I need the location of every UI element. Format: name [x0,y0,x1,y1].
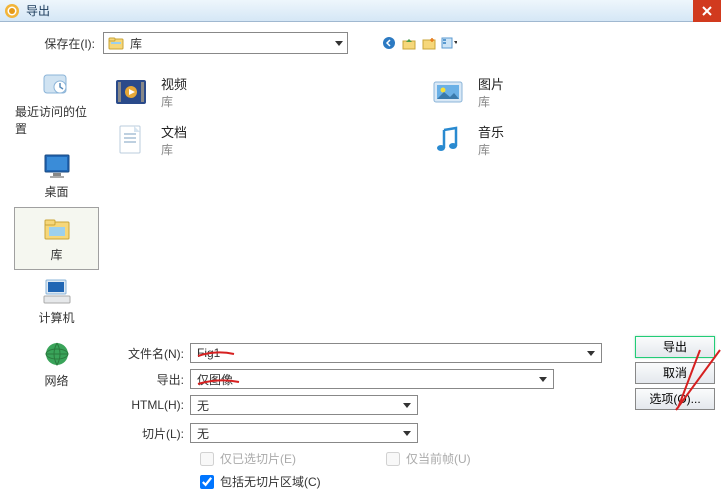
app-icon [4,3,20,19]
chevron-down-icon [403,403,411,408]
filename-value: Fig1 [197,346,587,360]
checkbox-label: 仅当前帧(U) [406,450,471,467]
close-button[interactable] [693,0,721,22]
slice-label: 切片(L): [100,425,190,442]
lib-sub: 库 [478,141,504,158]
export-type-value: 仅图像 [197,371,539,388]
place-label: 最近访问的位置 [15,103,98,137]
lib-sub: 库 [161,93,187,110]
libraries-icon [40,214,74,244]
place-label: 库 [50,246,62,263]
pictures-icon [430,74,466,110]
save-in-label: 保存在(I): [30,35,95,52]
checkbox-input[interactable] [200,475,214,489]
slice-value: 无 [197,425,403,442]
back-icon[interactable] [381,35,397,51]
library-item-music[interactable]: 音乐库 [430,122,707,158]
options-button[interactable]: 选项(O)... [635,388,715,410]
place-libraries[interactable]: 库 [14,207,99,270]
html-label: HTML(H): [100,398,190,412]
form-area: 导出 取消 选项(O)... 文件名(N): Fig1 导出: 仅图像 HTML… [0,336,721,496]
chevron-down-icon [587,351,595,356]
checkbox-input[interactable] [200,452,214,466]
export-button[interactable]: 导出 [635,336,715,358]
lib-name: 图片 [478,74,504,93]
html-value: 无 [197,397,403,414]
chevron-down-icon [403,431,411,436]
export-type-combo[interactable]: 仅图像 [190,369,554,389]
save-in-combo[interactable]: 库 [103,32,348,54]
documents-icon [113,122,149,158]
library-item-pictures[interactable]: 图片库 [430,74,707,110]
nav-icons [381,35,457,51]
lib-sub: 库 [478,93,504,110]
place-desktop[interactable]: 桌面 [14,144,99,207]
titlebar: 导出 [0,0,721,22]
checkbox-selected-slices[interactable]: 仅已选切片(E) [200,450,296,467]
chevron-down-icon [539,377,547,382]
place-label: 计算机 [38,309,74,326]
place-recent[interactable]: 最近访问的位置 [14,64,99,144]
lib-name: 音乐 [478,122,504,141]
save-in-toolbar: 保存在(I): 库 [0,22,721,64]
filename-label: 文件名(N): [100,345,190,362]
place-computer[interactable]: 计算机 [14,270,99,333]
checkbox-include-areas[interactable]: 包括无切片区域(C) [200,473,715,490]
checkbox-input[interactable] [386,452,400,466]
folder-icon [108,35,124,51]
export-type-label: 导出: [100,371,190,388]
video-icon [113,74,149,110]
checkbox-label: 仅已选切片(E) [220,450,296,467]
slice-combo[interactable]: 无 [190,423,418,443]
desktop-icon [40,151,74,181]
window-title: 导出 [26,2,50,19]
filename-combo[interactable]: Fig1 [190,343,602,363]
save-in-value: 库 [130,35,329,52]
new-folder-icon[interactable] [421,35,437,51]
cancel-button[interactable]: 取消 [635,362,715,384]
checkbox-label: 包括无切片区域(C) [220,473,321,490]
up-icon[interactable] [401,35,417,51]
music-icon [430,122,466,158]
place-label: 桌面 [44,183,68,200]
lib-name: 视频 [161,74,187,93]
html-combo[interactable]: 无 [190,395,418,415]
library-item-documents[interactable]: 文档库 [113,122,390,158]
recent-icon [40,71,74,101]
lib-sub: 库 [161,141,187,158]
lib-name: 文档 [161,122,187,141]
view-menu-icon[interactable] [441,35,457,51]
checkbox-current-frame[interactable]: 仅当前帧(U) [386,450,471,467]
chevron-down-icon [335,41,343,46]
computer-icon [40,277,74,307]
library-item-videos[interactable]: 视频库 [113,74,390,110]
